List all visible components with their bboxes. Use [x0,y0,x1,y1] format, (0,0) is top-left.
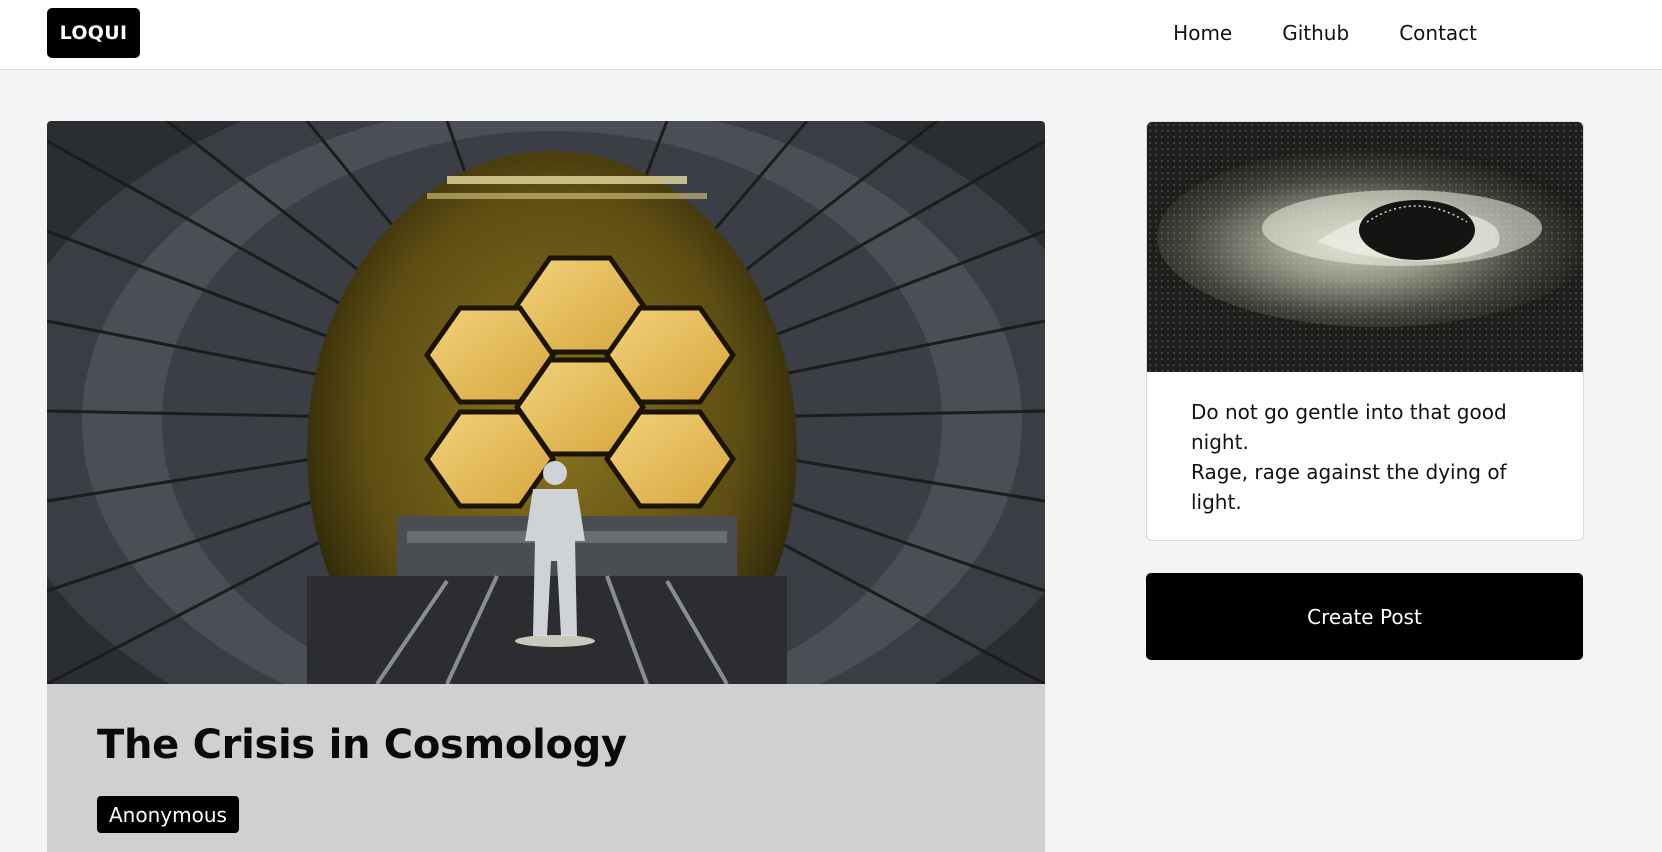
quote-line-1: Do not go gentle into that good night. [1191,400,1507,454]
post-title[interactable]: The Crisis in Cosmology [97,722,627,768]
post-cover-image [47,121,1045,684]
post-body: The Crisis in Cosmology Anonymous [47,684,1045,852]
nav-home-link[interactable]: Home [1173,21,1232,45]
quote-text: Do not go gentle into that good night. R… [1191,397,1531,517]
author-badge[interactable]: Anonymous [97,796,239,833]
nav-links: Home Github Contact [1173,0,1477,66]
nav-github-link[interactable]: Github [1282,21,1349,45]
quote-line-2: Rage, rage against the dying of light. [1191,460,1507,514]
quote-card[interactable]: Do not go gentle into that good night. R… [1146,121,1584,541]
create-post-button[interactable]: Create Post [1146,573,1583,660]
navbar: LOQUI Home Github Contact [0,0,1662,70]
nav-contact-link[interactable]: Contact [1399,21,1477,45]
post-card[interactable]: The Crisis in Cosmology Anonymous [47,121,1045,852]
logo-link[interactable]: LOQUI [47,8,140,58]
black-hole-image [1147,122,1583,372]
